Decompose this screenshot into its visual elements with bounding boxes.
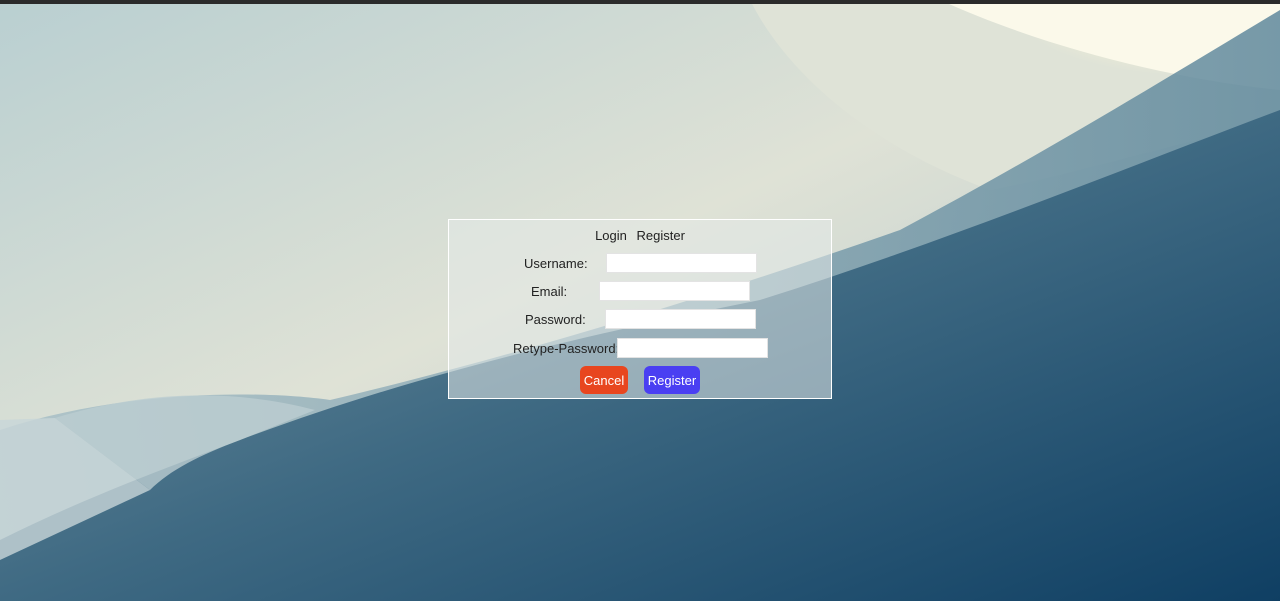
- password-label: Password:: [525, 312, 586, 327]
- tab-bar: Login Register: [449, 228, 831, 243]
- register-panel: Login Register Username: Email: Password…: [448, 219, 832, 399]
- email-label: Email:: [531, 284, 568, 299]
- email-field[interactable]: [599, 281, 750, 301]
- retype-password-field[interactable]: [617, 338, 768, 358]
- register-button[interactable]: Register: [644, 366, 700, 394]
- top-border-bar: [0, 0, 1280, 4]
- username-field[interactable]: [606, 253, 757, 273]
- cancel-button[interactable]: Cancel: [580, 366, 628, 394]
- tab-login[interactable]: Login: [595, 228, 627, 243]
- password-field[interactable]: [605, 309, 756, 329]
- username-label: Username:: [524, 256, 588, 271]
- retype-password-label: Retype-Password:: [513, 341, 620, 356]
- tab-register[interactable]: Register: [637, 228, 685, 243]
